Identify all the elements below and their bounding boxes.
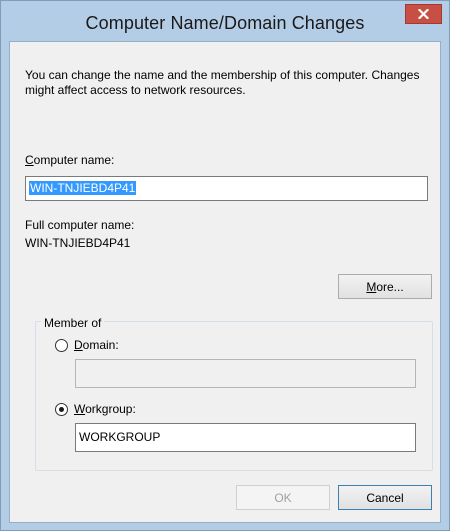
domain-label-text: omain:	[82, 338, 119, 352]
domain-radio[interactable]	[55, 339, 68, 352]
window-title: Computer Name/Domain Changes	[85, 13, 365, 33]
ok-button[interactable]: OK	[236, 485, 330, 510]
description-text: You can change the name and the membersh…	[25, 68, 420, 97]
workgroup-label[interactable]: Workgroup:	[74, 402, 136, 417]
cancel-button[interactable]: Cancel	[338, 485, 432, 510]
title-bar[interactable]: Computer Name/Domain Changes	[1, 1, 449, 41]
workgroup-label-mnemonic: W	[74, 402, 86, 416]
dialog-window: Computer Name/Domain Changes You can cha…	[0, 0, 450, 531]
computer-name-label-mnemonic: C	[25, 153, 34, 167]
computer-name-value: WIN-TNJIEBD4P41	[29, 181, 137, 195]
more-button[interactable]: More...	[338, 274, 432, 299]
computer-name-input[interactable]: WIN-TNJIEBD4P41	[25, 176, 428, 201]
computer-name-label-text: omputer name:	[33, 153, 115, 167]
workgroup-radio[interactable]	[55, 403, 68, 416]
computer-name-label: Computer name:	[25, 153, 114, 168]
dialog-client-area: You can change the name and the membersh…	[9, 41, 441, 523]
domain-label[interactable]: Domain:	[74, 338, 119, 353]
full-computer-name-label: Full computer name:	[25, 218, 135, 232]
domain-input[interactable]	[75, 359, 416, 388]
close-icon	[418, 9, 429, 19]
member-of-title: Member of	[41, 316, 105, 330]
full-computer-name-value: WIN-TNJIEBD4P41	[25, 236, 131, 250]
workgroup-label-text: orkgroup:	[85, 402, 136, 416]
workgroup-input[interactable]: WORKGROUP	[75, 423, 416, 452]
domain-label-mnemonic: D	[74, 338, 83, 352]
close-button[interactable]	[405, 4, 442, 24]
more-button-text: ore...	[376, 279, 404, 294]
more-button-mnemonic: M	[366, 279, 377, 294]
